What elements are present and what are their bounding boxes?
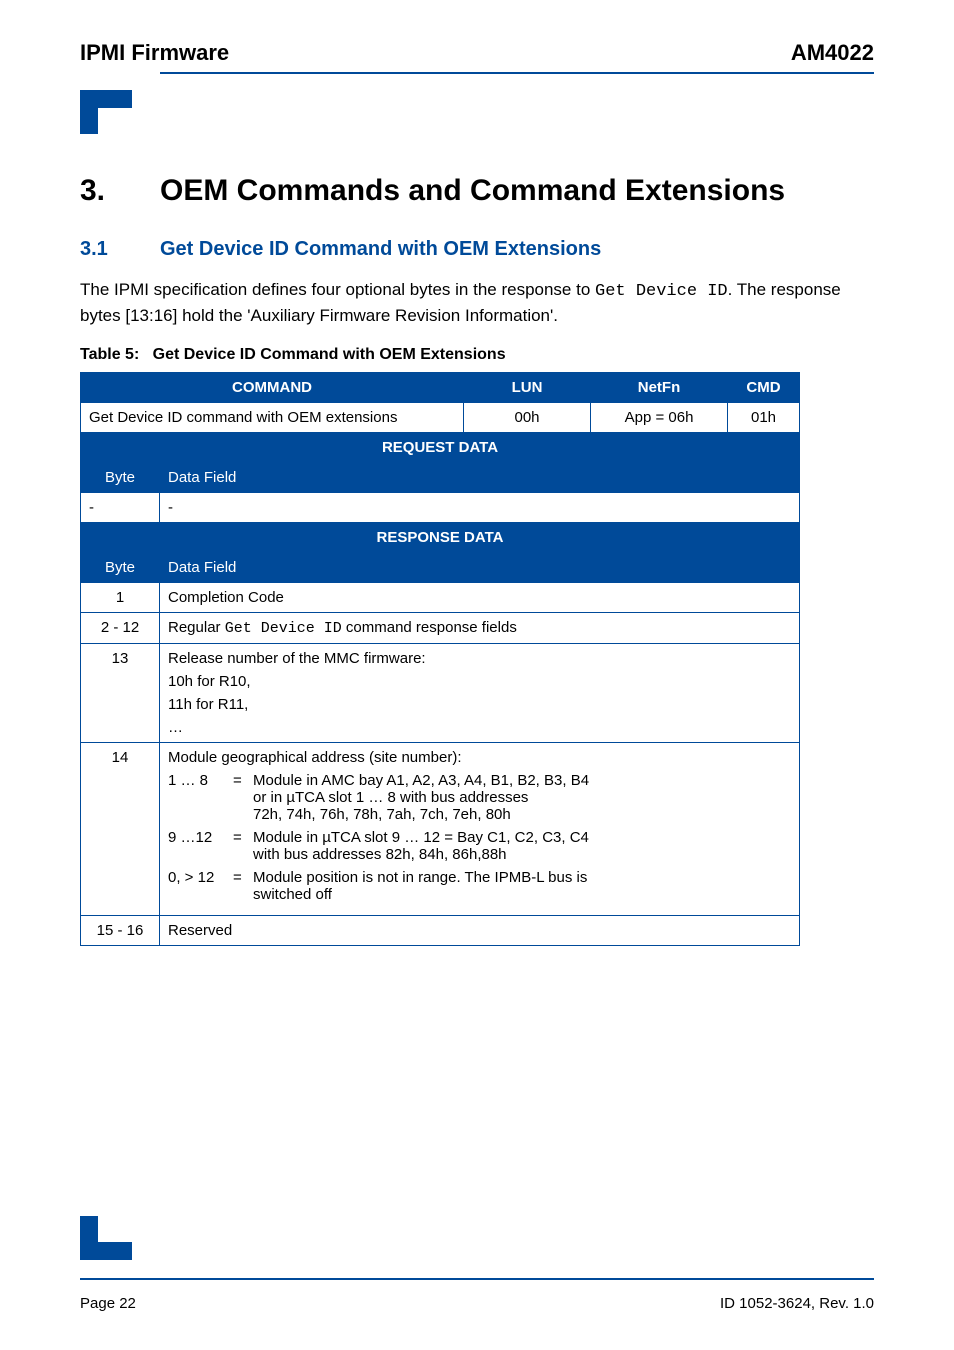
geo-eq: = <box>233 829 253 863</box>
doc-model: AM4022 <box>791 40 874 66</box>
resp-2-code: Get Device ID <box>225 620 342 637</box>
doc-id: ID 1052-3624, Rev. 1.0 <box>720 1295 874 1312</box>
intro-paragraph: The IPMI specification defines four opti… <box>80 278 874 328</box>
th-datafield-2: Data Field <box>160 552 800 582</box>
corner-decoration-top <box>80 90 150 130</box>
geo-val: Module in AMC bay A1, A2, A3, A4, B1, B2… <box>253 772 791 823</box>
req-field: - <box>160 492 800 522</box>
r14-title: Module geographical address (site number… <box>168 749 791 766</box>
th-netfn: NetFn <box>591 372 728 402</box>
resp-field-15: Reserved <box>160 915 800 945</box>
geo-eq: = <box>233 869 253 903</box>
section-number: 3.1 <box>80 238 160 261</box>
resp-byte-2: 2 - 12 <box>81 612 160 643</box>
cmd-cmd: 01h <box>728 402 800 432</box>
th-byte: Byte <box>81 462 160 492</box>
th-lun: LUN <box>464 372 591 402</box>
table-caption: Table 5: Get Device ID Command with OEM … <box>80 346 874 364</box>
cmd-name: Get Device ID command with OEM extension… <box>81 402 464 432</box>
geo-val: Module position is not in range. The IPM… <box>253 869 791 903</box>
page-number: Page 22 <box>80 1295 136 1312</box>
table-label: Table 5: <box>80 346 139 363</box>
r13-l1: Release number of the MMC firmware: <box>168 650 791 667</box>
intro-pre: The IPMI specification defines four opti… <box>80 280 595 299</box>
resp-byte-14: 14 <box>81 742 160 915</box>
geo-row: 9 …12=Module in µTCA slot 9 … 12 = Bay C… <box>168 829 791 863</box>
resp-byte-15: 15 - 16 <box>81 915 160 945</box>
table-title: Get Device ID Command with OEM Extension… <box>153 346 506 363</box>
th-byte-2: Byte <box>81 552 160 582</box>
th-request: REQUEST DATA <box>81 432 800 462</box>
th-cmd: CMD <box>728 372 800 402</box>
intro-code: Get Device ID <box>595 282 728 301</box>
resp-field-14: Module geographical address (site number… <box>160 742 800 915</box>
r13-l3: 11h for R11, <box>168 696 791 713</box>
req-byte: - <box>81 492 160 522</box>
r13-l4: … <box>168 719 791 736</box>
th-datafield: Data Field <box>160 462 800 492</box>
resp-field-2: Regular Get Device ID command response f… <box>160 612 800 643</box>
cmd-netfn: App = 06h <box>591 402 728 432</box>
corner-decoration-bottom <box>80 1216 150 1260</box>
doc-section-title: IPMI Firmware <box>80 40 229 66</box>
geo-eq: = <box>233 772 253 823</box>
geo-val: Module in µTCA slot 9 … 12 = Bay C1, C2,… <box>253 829 791 863</box>
header-rule <box>160 72 874 74</box>
geo-key: 0, > 12 <box>168 869 233 903</box>
section-title: Get Device ID Command with OEM Extension… <box>160 238 601 261</box>
resp-2-pre: Regular <box>168 619 225 636</box>
resp-field-1: Completion Code <box>160 582 800 612</box>
resp-byte-13: 13 <box>81 643 160 742</box>
resp-byte-1: 1 <box>81 582 160 612</box>
r13-l2: 10h for R10, <box>168 673 791 690</box>
chapter-number: 3. <box>80 174 160 208</box>
cmd-lun: 00h <box>464 402 591 432</box>
th-command: COMMAND <box>81 372 464 402</box>
resp-field-13: Release number of the MMC firmware: 10h … <box>160 643 800 742</box>
geo-key: 1 … 8 <box>168 772 233 823</box>
resp-2-post: command response fields <box>342 619 517 636</box>
footer-rule <box>80 1278 874 1280</box>
geo-row: 0, > 12=Module position is not in range.… <box>168 869 791 903</box>
th-response: RESPONSE DATA <box>81 522 800 552</box>
geo-key: 9 …12 <box>168 829 233 863</box>
geo-row: 1 … 8=Module in AMC bay A1, A2, A3, A4, … <box>168 772 791 823</box>
chapter-title: OEM Commands and Command Extensions <box>160 174 785 208</box>
command-table: COMMAND LUN NetFn CMD Get Device ID comm… <box>80 372 800 946</box>
